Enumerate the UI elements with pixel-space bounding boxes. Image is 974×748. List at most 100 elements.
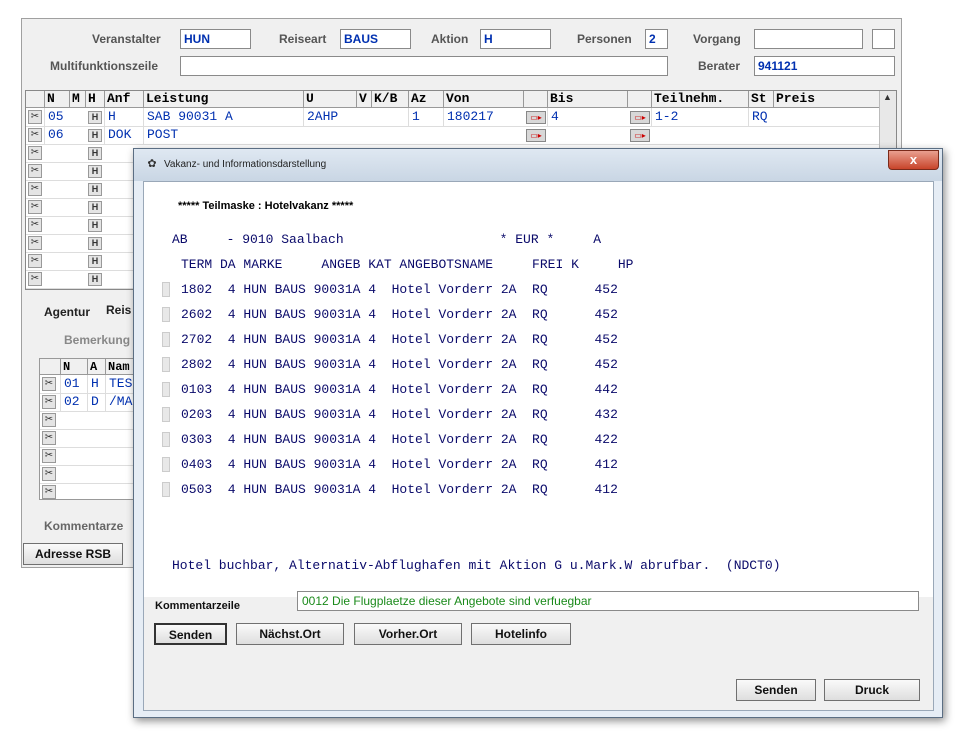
col-n: N	[60, 359, 87, 375]
row-teilnehm: 1-2	[651, 108, 748, 126]
col-n: N	[44, 91, 62, 107]
row-leistung: POST	[143, 126, 303, 144]
scissors-icon[interactable]: ✂	[28, 182, 42, 196]
col-von-btn	[523, 91, 547, 107]
vacancy-row[interactable]: 0503 4 HUN BAUS 90031A 4 Hotel Vorderr 2…	[181, 482, 618, 497]
row-n: 06	[44, 126, 69, 144]
scissors-icon[interactable]: ✂	[42, 413, 56, 427]
vacancy-row[interactable]: 2702 4 HUN BAUS 90031A 4 Hotel Vorderr 2…	[181, 332, 618, 347]
h-button[interactable]: H	[88, 201, 102, 214]
multifunktion-field[interactable]	[180, 56, 668, 76]
h-button[interactable]: H	[88, 237, 102, 250]
scissors-icon[interactable]: ✂	[28, 110, 42, 124]
vacancy-row[interactable]: 2802 4 HUN BAUS 90031A 4 Hotel Vorderr 2…	[181, 357, 618, 372]
scissors-icon[interactable]: ✂	[28, 218, 42, 232]
row-marker[interactable]	[162, 407, 170, 422]
druck-button[interactable]: Druck	[824, 679, 920, 701]
aktion-label: Aktion	[431, 32, 469, 46]
kommentar-field[interactable]: 0012 Die Flugplaetze dieser Angebote sin…	[297, 591, 919, 611]
scissors-icon[interactable]: ✂	[42, 449, 56, 463]
tab-agentur[interactable]: Agentur	[44, 305, 90, 319]
scroll-up-icon[interactable]: ▲	[883, 92, 892, 102]
naechst-ort-button[interactable]: Nächst.Ort	[236, 623, 344, 645]
vacancy-row[interactable]: 0303 4 HUN BAUS 90031A 4 Hotel Vorderr 2…	[181, 432, 618, 447]
close-button[interactable]: x	[888, 150, 939, 170]
row-st: RQ	[748, 108, 773, 126]
row-marker[interactable]	[162, 332, 170, 347]
row-marker[interactable]	[162, 307, 170, 322]
col-von: Von	[443, 91, 523, 107]
scissors-icon[interactable]: ✂	[28, 254, 42, 268]
row-u: 2AHP	[303, 108, 356, 126]
veranstalter-field[interactable]: HUN	[180, 29, 251, 49]
col-preis: Preis	[773, 91, 883, 107]
list-item[interactable]: ✂	[40, 411, 140, 430]
vorher-ort-button[interactable]: Vorher.Ort	[354, 623, 462, 645]
h-button[interactable]: H	[88, 129, 102, 142]
list-item[interactable]: ✂	[40, 447, 140, 466]
list-item[interactable]: ✂ 01 H TES	[40, 375, 140, 394]
row-bis: 4	[547, 108, 627, 126]
header-line-2: TERM DA MARKE ANGEB KAT ANGEBOTSNAME FRE…	[181, 257, 634, 272]
scissors-icon[interactable]: ✂	[28, 236, 42, 250]
aktion-field[interactable]: H	[480, 29, 551, 49]
list-item[interactable]: ✂	[40, 429, 140, 448]
senden-bottom-button[interactable]: Senden	[736, 679, 816, 701]
scissors-icon[interactable]: ✂	[28, 146, 42, 160]
calendar-icon[interactable]: ▭▸	[630, 129, 650, 142]
dialog-titlebar[interactable]: ✿ Vakanz- und Informationsdarstellung x	[134, 149, 942, 181]
row-marker[interactable]	[162, 282, 170, 297]
tab-reise[interactable]: Reis	[106, 303, 131, 317]
h-button[interactable]: H	[88, 273, 102, 286]
scissors-icon[interactable]: ✂	[28, 164, 42, 178]
h-button[interactable]: H	[88, 219, 102, 232]
calendar-icon[interactable]: ▭▸	[526, 129, 546, 142]
row-anf: H	[104, 108, 143, 126]
vacancy-row[interactable]: 2602 4 HUN BAUS 90031A 4 Hotel Vorderr 2…	[181, 307, 618, 322]
calendar-icon[interactable]: ▭▸	[630, 111, 650, 124]
col-az: Az	[408, 91, 443, 107]
header-line-1: AB - 9010 Saalbach * EUR * A	[172, 232, 602, 247]
scissors-icon[interactable]: ✂	[42, 377, 56, 391]
list-item[interactable]: ✂	[40, 483, 140, 499]
personen-field[interactable]: 2	[645, 29, 668, 49]
table-row[interactable]: ✂ 05 H H SAB 90031 A 2AHP 1 180217 ▭▸ 4 …	[26, 108, 896, 127]
h-button[interactable]: H	[88, 147, 102, 160]
h-button[interactable]: H	[88, 111, 102, 124]
h-button[interactable]: H	[88, 165, 102, 178]
h-button[interactable]: H	[88, 255, 102, 268]
vacancy-row[interactable]: 0103 4 HUN BAUS 90031A 4 Hotel Vorderr 2…	[181, 382, 618, 397]
row-marker[interactable]	[162, 482, 170, 497]
list-item[interactable]: ✂	[40, 465, 140, 484]
berater-field[interactable]: 941121	[754, 56, 895, 76]
senden-button[interactable]: Senden	[154, 623, 227, 645]
scissors-icon[interactable]: ✂	[42, 395, 56, 409]
kommentar-label: Kommentarze	[44, 519, 124, 533]
adresse-button[interactable]: Adresse RSB	[23, 543, 123, 565]
vorgang-extra-field[interactable]	[872, 29, 895, 49]
scissors-icon[interactable]: ✂	[28, 200, 42, 214]
hotelinfo-button[interactable]: Hotelinfo	[471, 623, 571, 645]
row-marker[interactable]	[162, 457, 170, 472]
multifunktion-label: Multifunktionszeile	[50, 59, 158, 73]
col-bis: Bis	[547, 91, 627, 107]
list-item[interactable]: ✂ 02 D /MA	[40, 393, 140, 412]
scissors-icon[interactable]: ✂	[42, 431, 56, 445]
row-marker[interactable]	[162, 382, 170, 397]
vorgang-field[interactable]	[754, 29, 863, 49]
h-button[interactable]: H	[88, 183, 102, 196]
reiseart-field[interactable]: BAUS	[340, 29, 411, 49]
col-v: V	[356, 91, 371, 107]
vacancy-row[interactable]: 1802 4 HUN BAUS 90031A 4 Hotel Vorderr 2…	[181, 282, 618, 297]
scissors-icon[interactable]: ✂	[42, 485, 56, 499]
scissors-icon[interactable]: ✂	[42, 467, 56, 481]
row-marker[interactable]	[162, 357, 170, 372]
scissors-icon[interactable]: ✂	[28, 272, 42, 286]
vacancy-row[interactable]: 0403 4 HUN BAUS 90031A 4 Hotel Vorderr 2…	[181, 457, 618, 472]
calendar-icon[interactable]: ▭▸	[526, 111, 546, 124]
scissors-icon[interactable]: ✂	[28, 128, 42, 142]
row-marker[interactable]	[162, 432, 170, 447]
vacancy-row[interactable]: 0203 4 HUN BAUS 90031A 4 Hotel Vorderr 2…	[181, 407, 618, 422]
table-row[interactable]: ✂ 06 H DOK POST ▭▸ ▭▸	[26, 126, 896, 145]
vacancy-dialog: ✿ Vakanz- und Informationsdarstellung x …	[133, 148, 943, 718]
